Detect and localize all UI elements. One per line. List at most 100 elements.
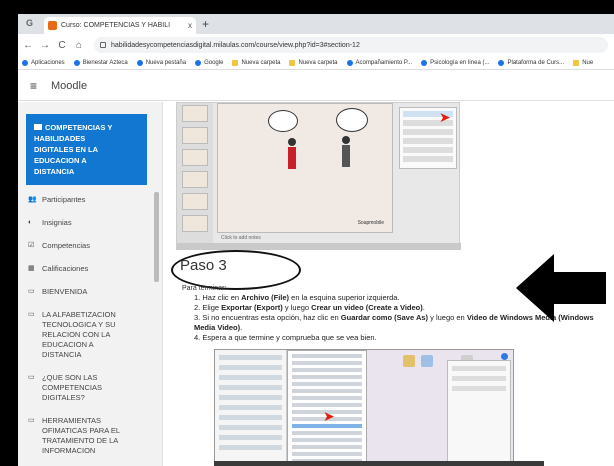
- sidebar-item-participantes[interactable]: 👥 Participantes: [18, 195, 162, 205]
- arrow-left-icon: [516, 254, 606, 322]
- sidebar-item-label: Insignias: [42, 218, 72, 227]
- url-text: habilidadesycompetenciasdigital.milaulas…: [111, 41, 360, 49]
- moodle-header: ≡ Moodle: [18, 71, 614, 101]
- sidebar-item-competencias-digitales[interactable]: ▭ ¿QUE SON LAS COMPETENCIAS DIGITALES?: [18, 373, 162, 403]
- man-figure: [342, 136, 350, 167]
- bookmark-label: Acompañamiento P...: [355, 59, 413, 66]
- sidebar-item-label: ¿QUE SON LAS: [42, 373, 98, 382]
- sidebar-item-label: TRATAMIENTO DE LA: [42, 436, 119, 445]
- bookmark-label: Psicología en línea (...: [430, 59, 490, 66]
- taskbar-strip: [214, 461, 544, 466]
- bookmark-item[interactable]: Plataforma de Curs...: [498, 59, 565, 66]
- graduation-cap-icon: [34, 124, 42, 130]
- bookmark-item[interactable]: Bienestar Azteca: [73, 59, 128, 66]
- bookmark-item[interactable]: Nue: [573, 59, 594, 66]
- sidebar-item-alfabetizacion[interactable]: ▭ LA ALFABETIZACION TECNOLOGICA Y SU REL…: [18, 310, 162, 360]
- slide-thumbnail: [182, 149, 208, 166]
- sidebar-item-label: OFIMATICAS PARA EL: [42, 426, 121, 435]
- bookmark-item[interactable]: Nueva pestaña: [136, 59, 187, 66]
- forward-arrow-icon[interactable]: →: [38, 40, 52, 51]
- thought-bubble: [336, 108, 368, 132]
- new-tab-button[interactable]: +: [202, 17, 209, 31]
- home-icon[interactable]: ⌂: [72, 40, 86, 51]
- back-arrow-icon[interactable]: ←: [21, 40, 35, 51]
- course-nav-drawer: COMPETENCIAS Y HABILIDADES DIGITALES EN …: [18, 102, 163, 466]
- cursor-arrow-icon: ➤: [439, 109, 451, 125]
- bookmark-item[interactable]: Psicología en línea (...: [421, 59, 490, 66]
- intro-text: Para terminar:: [182, 285, 227, 292]
- bookmark-item[interactable]: Nueva carpeta: [289, 59, 338, 66]
- bookmark-label: Bienestar Azteca: [82, 59, 128, 66]
- globe-icon: [421, 59, 428, 66]
- slide-thumbnail: [182, 193, 208, 210]
- grid-icon: [22, 59, 28, 66]
- sidebar-item-herramientas[interactable]: ▭ HERRAMIENTAS OFIMATICAS PARA EL TRATAM…: [18, 416, 162, 456]
- section-heading: Paso 3: [180, 257, 227, 274]
- sidebar-item-label: BIENVENIDA: [42, 287, 88, 296]
- bookmark-item[interactable]: Google: [195, 59, 224, 66]
- slide-thumbnail: [182, 127, 208, 144]
- powerpoint-screenshot: Soapmobile Click to add notes ➤: [176, 102, 461, 250]
- bookmarks-bar: Aplicaciones Bienestar Azteca Nueva pest…: [18, 56, 614, 70]
- bookmark-item[interactable]: Aplicaciones: [22, 59, 65, 66]
- slide-thumbnail: [182, 171, 208, 188]
- reload-icon[interactable]: C: [55, 40, 69, 51]
- slide-thumbnails: [177, 103, 213, 243]
- sidebar-item-label: RELACION CON LA: [42, 330, 111, 339]
- url-input[interactable]: habilidadesycompetenciasdigital.milaulas…: [94, 37, 608, 53]
- sidebar-item-bienvenida[interactable]: ▭ BIENVENIDA: [18, 287, 162, 297]
- bookmark-item[interactable]: Nueva carpeta: [232, 59, 281, 66]
- sidebar-scrollbar[interactable]: [154, 192, 159, 282]
- bookmark-label: Aplicaciones: [31, 59, 65, 66]
- bookmark-label: Plataforma de Curs...: [507, 59, 565, 66]
- site-title[interactable]: Moodle: [51, 80, 87, 92]
- notes-pane: Click to add notes: [221, 235, 261, 241]
- sidebar-item-label: TECNOLOGICA Y SU: [42, 320, 116, 329]
- folder-icon: ▭: [28, 374, 35, 381]
- moodle-favicon-icon: [48, 21, 57, 30]
- sidebar-item-label: EDUCACION A: [42, 340, 94, 349]
- folder-icon: ▭: [28, 288, 35, 295]
- close-tab-icon[interactable]: x: [188, 21, 192, 30]
- bookmark-label: Google: [204, 59, 224, 66]
- bookmark-label: Nueva carpeta: [241, 59, 281, 66]
- course-name-line: COMPETENCIAS Y: [34, 122, 139, 133]
- file-explorer-pane: [215, 350, 287, 466]
- slide-thumbnail: [182, 215, 208, 232]
- address-bar: ← → C ⌂ habilidadesycompetenciasdigital.…: [18, 34, 614, 56]
- save-as-screenshot: ➤: [214, 349, 514, 466]
- table-icon: ▦: [28, 265, 35, 272]
- bookmark-item[interactable]: Acompañamiento P...: [346, 59, 413, 66]
- browser-window: G Curso: COMPETENCIAS Y HABILI x + ← → C…: [18, 14, 614, 466]
- sidebar-item-label: HERRAMIENTAS: [42, 416, 102, 425]
- course-name-line: DISTANCIA: [34, 167, 75, 176]
- thought-bubble: [268, 110, 298, 132]
- sidebar-item-insignias[interactable]: ◐ Insignias: [18, 218, 162, 228]
- sidebar-item-competencias[interactable]: ☑ Competencias: [18, 241, 162, 251]
- browser-tab[interactable]: Curso: COMPETENCIAS Y HABILI x: [44, 17, 196, 34]
- slide-caption: Soapmobile: [357, 220, 384, 226]
- badge-icon: ◐: [28, 219, 33, 226]
- sidebar-item-calificaciones[interactable]: ▦ Calificaciones: [18, 264, 162, 274]
- bookmark-label: Nueva pestaña: [145, 59, 187, 66]
- globe-icon: [346, 59, 353, 66]
- sidebar-item-label: DISTANCIA: [42, 350, 82, 359]
- sidebar-item-label: DIGITALES?: [42, 393, 85, 402]
- bookmark-label: Nue: [582, 59, 594, 66]
- folder-icon: [232, 59, 239, 66]
- bookmark-label: Nueva carpeta: [298, 59, 338, 66]
- google-icon[interactable]: G: [26, 18, 33, 28]
- folder-icon: [573, 59, 580, 66]
- animation-pane: [447, 360, 511, 464]
- slide-canvas: Soapmobile: [217, 103, 393, 233]
- folder-icon: ▭: [28, 311, 35, 318]
- sidebar-item-label: COMPETENCIAS: [42, 383, 103, 392]
- course-name-line: HABILIDADES: [34, 134, 86, 143]
- current-course-item[interactable]: COMPETENCIAS Y HABILIDADES DIGITALES EN …: [26, 114, 147, 185]
- folder-icon: ▭: [28, 417, 35, 424]
- tab-title: Curso: COMPETENCIAS Y HABILI: [61, 22, 171, 29]
- menu-icon[interactable]: ≡: [30, 79, 37, 93]
- sidebar-item-label: Competencias: [42, 241, 90, 250]
- sidebar-item-label: Calificaciones: [42, 264, 89, 273]
- folder-icon: [289, 59, 296, 66]
